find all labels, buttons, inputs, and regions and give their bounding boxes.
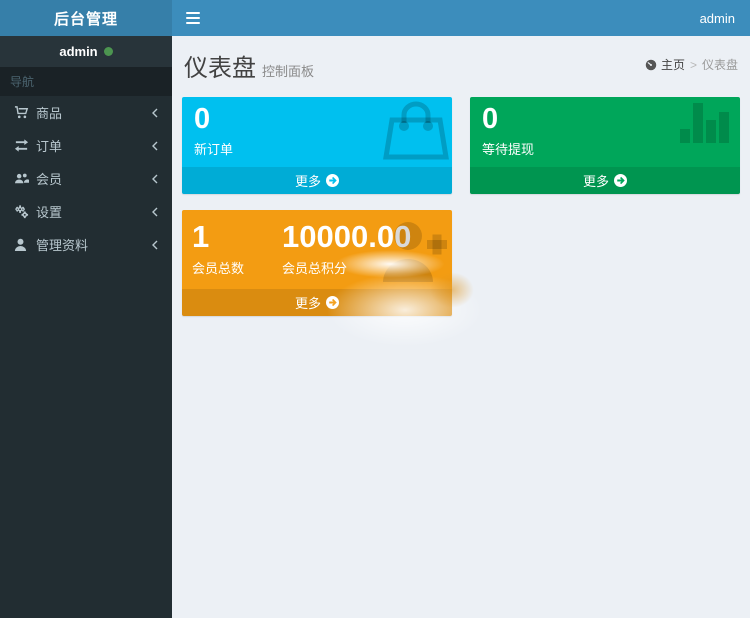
stat-box-pending-withdrawals: 0 等待提现 更多 [470,97,740,194]
stat-box-members: 1 会员总数 10000.00 会员总积分 更多 [182,210,452,316]
chevron-left-icon [150,239,160,251]
cart-icon [14,105,36,120]
sidebar-item-admin-profile[interactable]: 管理资料 [0,228,172,261]
new-orders-more-link[interactable]: 更多 [182,167,452,194]
new-orders-label: 新订单 [194,139,440,158]
sidebar-item-settings[interactable]: 设置 [0,195,172,228]
sidebar-toggle-button[interactable] [172,0,214,36]
arrow-circle-right-icon [326,296,339,309]
sidebar-section-label: 导航 [0,67,172,96]
menu-icon [186,17,200,19]
navbar-user-menu[interactable]: admin [685,0,750,36]
exchange-icon [14,138,36,153]
page-title: 仪表盘 [184,48,256,83]
breadcrumb: 主页 > 仪表盘 [645,56,738,73]
online-status-icon [104,47,113,56]
breadcrumb-separator: > [690,58,697,72]
chevron-left-icon [150,206,160,218]
chevron-left-icon [150,107,160,119]
menu-icon [186,22,200,24]
chevron-left-icon [150,140,160,152]
content-header: 仪表盘控制面板 主页 > 仪表盘 [172,36,750,83]
gears-icon [14,204,36,219]
stat-boxes-row: 0 新订单 更多 0 [182,97,740,316]
sidebar-item-members[interactable]: 会员 [0,162,172,195]
sidebar-item-label: 商品 [36,103,62,122]
arrow-circle-right-icon [326,174,339,187]
members-total-stat: 1 会员总数 [192,219,244,277]
breadcrumb-current: 仪表盘 [702,56,738,73]
dashboard-icon [645,59,657,71]
sidebar-user-panel: admin [0,36,172,67]
breadcrumb-home-link[interactable]: 主页 [645,56,685,73]
sidebar-item-orders[interactable]: 订单 [0,129,172,162]
pending-withdrawals-count: 0 [482,103,728,136]
chevron-left-icon [150,173,160,185]
user-plus-icon [381,220,447,287]
sidebar-item-goods[interactable]: 商品 [0,96,172,129]
sidebar-item-label: 订单 [36,136,62,155]
pending-withdrawals-label: 等待提现 [482,139,728,158]
stat-box-new-orders: 0 新订单 更多 [182,97,452,194]
users-icon [14,171,36,186]
arrow-circle-right-icon [614,174,627,187]
members-total-count: 1 [192,219,244,255]
user-icon [14,238,36,252]
page-subtitle: 控制面板 [262,64,314,79]
new-orders-count: 0 [194,103,440,136]
members-more-link[interactable]: 更多 [182,289,452,316]
brand-logo[interactable]: 后台管理 [0,0,172,36]
sidebar-user-name: admin [59,44,97,59]
sidebar-item-label: 会员 [36,169,62,188]
sidebar-item-label: 设置 [36,202,62,221]
main-content: 仪表盘控制面板 主页 > 仪表盘 [172,36,750,618]
pending-withdrawals-more-link[interactable]: 更多 [470,167,740,194]
menu-icon [186,12,200,14]
sidebar-item-label: 管理资料 [36,235,88,254]
members-total-label: 会员总数 [192,258,244,277]
top-navbar: 后台管理 admin [0,0,750,36]
sidebar: admin 导航 商品 订单 会员 [0,36,172,618]
